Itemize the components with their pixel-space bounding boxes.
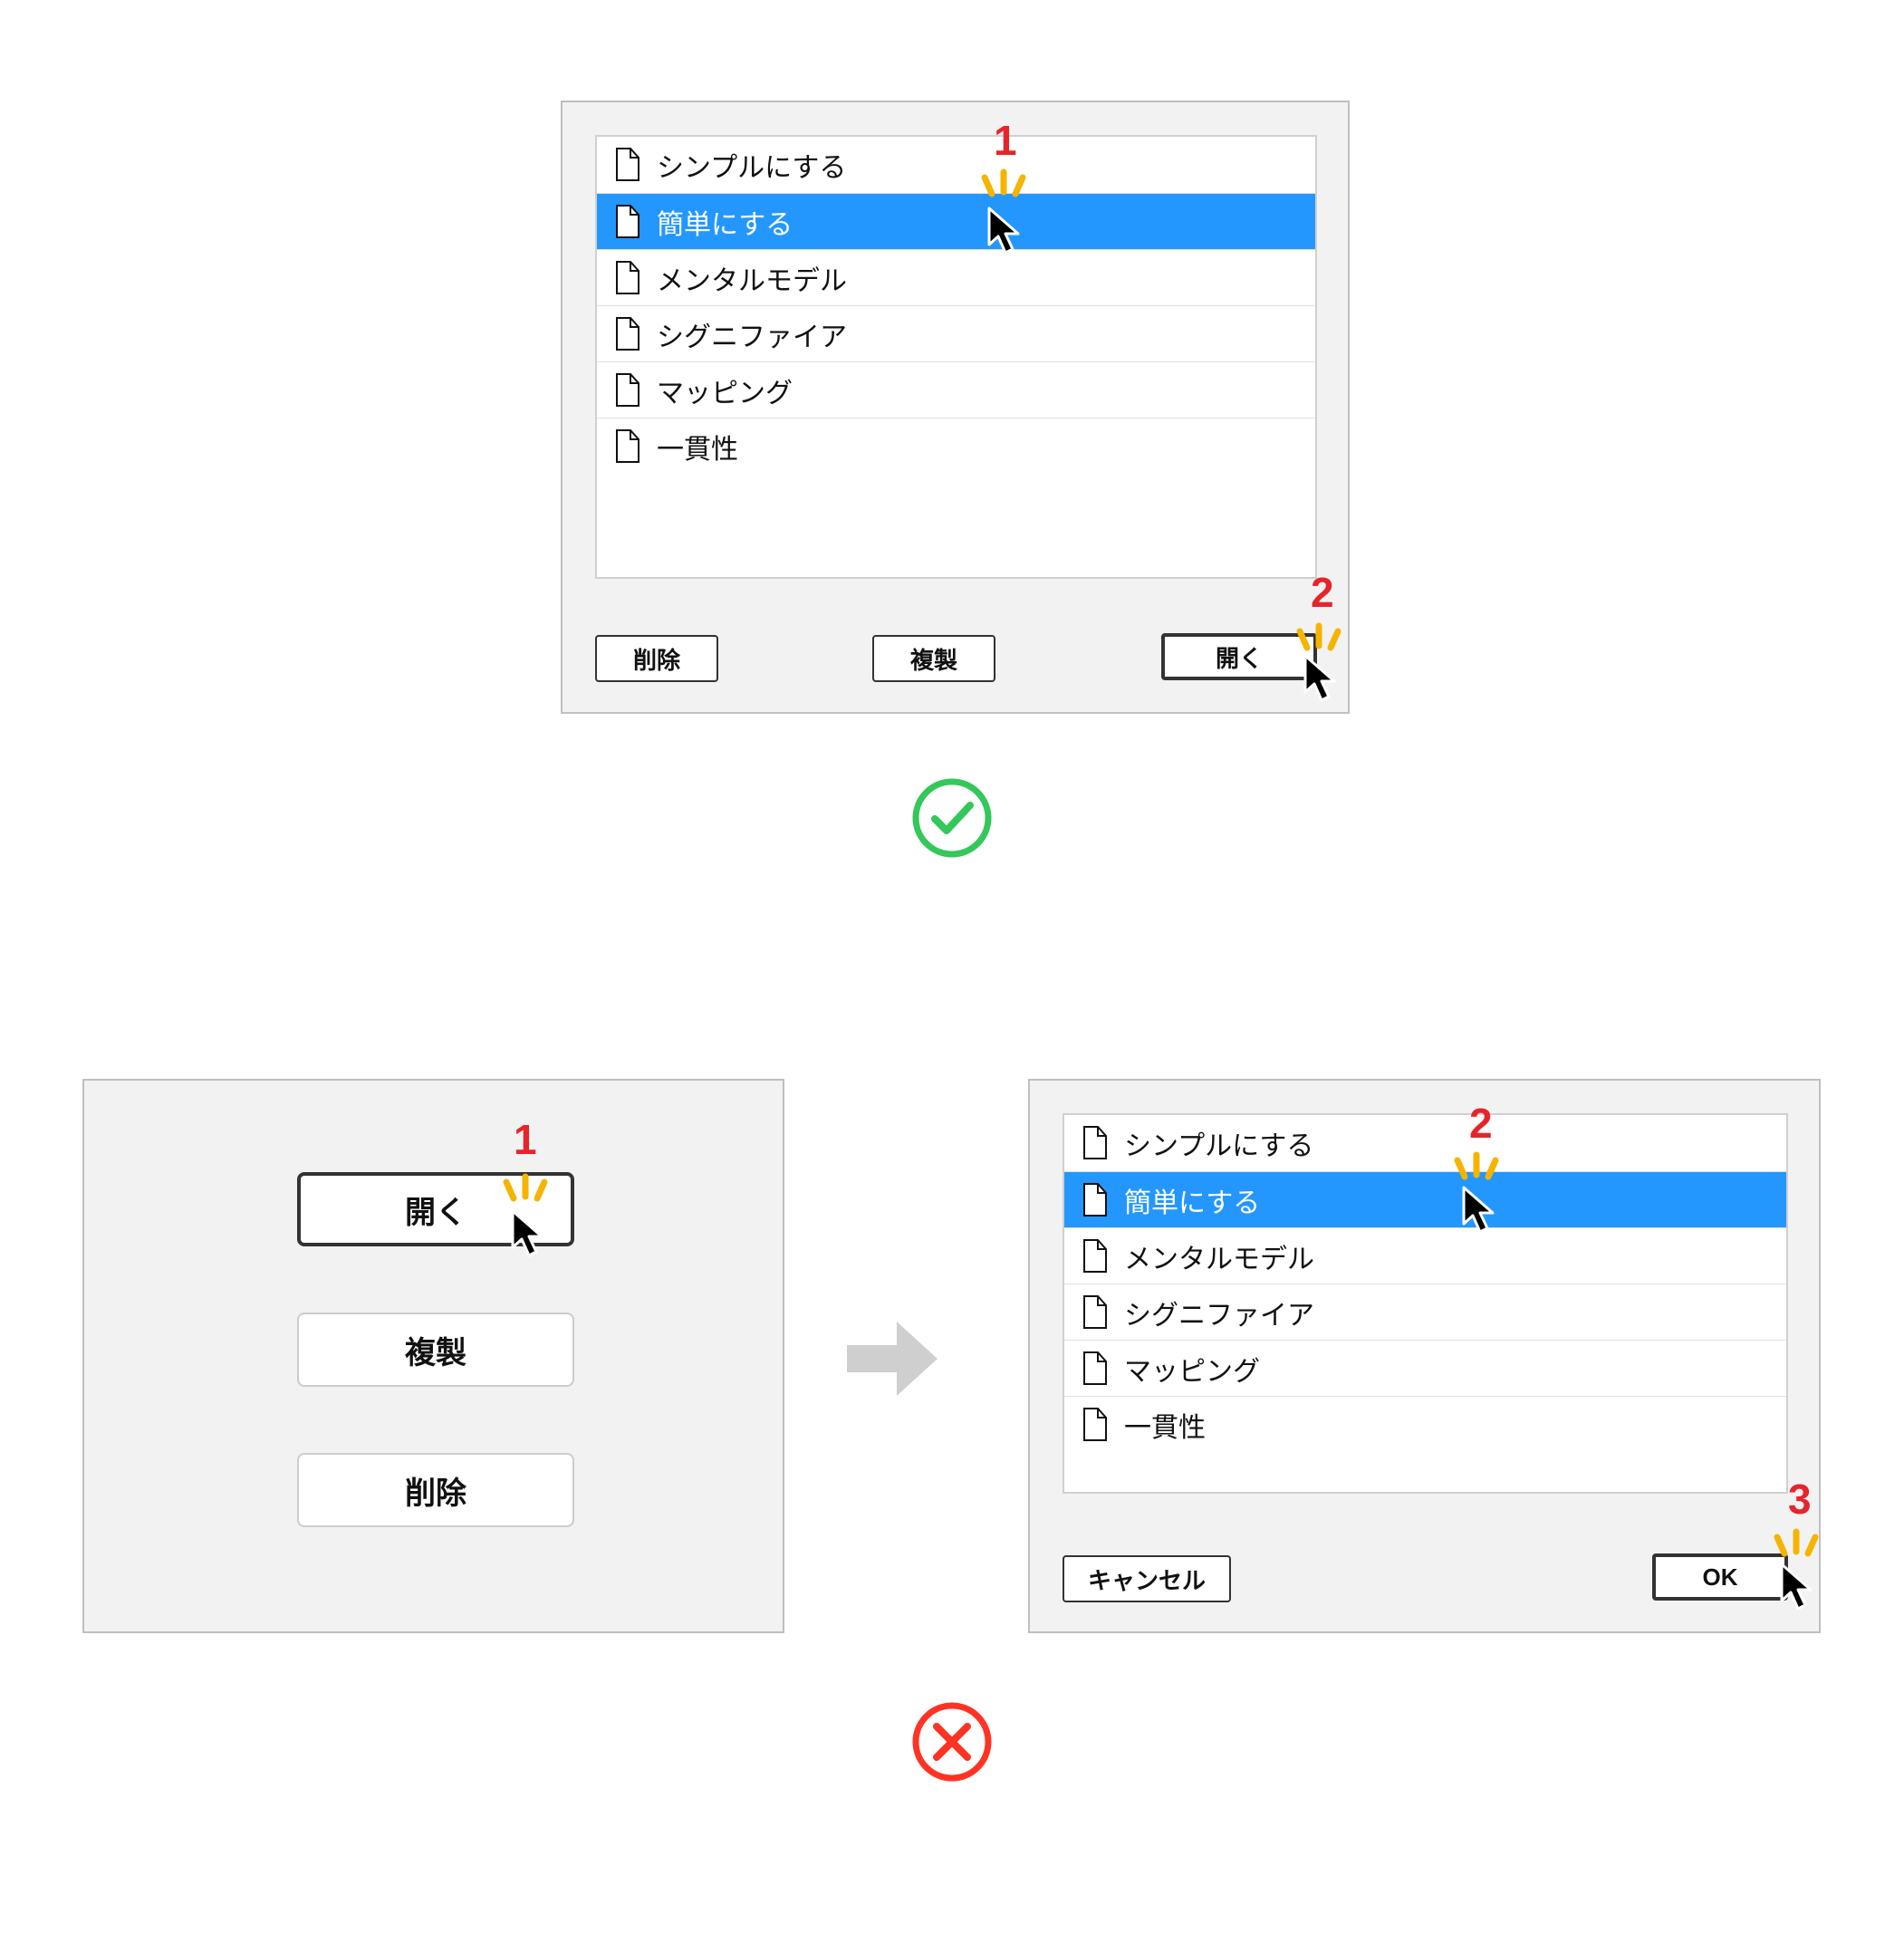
list-item-label: シンプルにする [1124,1123,1313,1163]
ok-button[interactable]: OK [1652,1553,1788,1601]
button-label: OK [1703,1563,1738,1592]
arrow-right-icon [842,1318,942,1399]
step-label: 1 [514,1115,537,1164]
list-item[interactable]: シグニファイア [1064,1284,1786,1340]
document-icon [613,373,640,408]
document-icon [1081,1126,1108,1160]
open-button[interactable]: 開く [297,1172,574,1246]
list-item-label: シンプルにする [657,145,846,185]
bad-right-panel: シンプルにする 簡単にする メンタルモデル シグニファイア [1028,1079,1821,1633]
list-item-label: シグニファイア [1124,1293,1314,1332]
good-panel: シンプルにする 簡単にする メンタルモデル シグニファイア [561,101,1350,714]
document-icon [1081,1408,1108,1442]
bad-filelist[interactable]: シンプルにする 簡単にする メンタルモデル シグニファイア [1063,1113,1788,1494]
document-icon [613,205,640,239]
cancel-button[interactable]: キャンセル [1063,1555,1231,1602]
bad-left-panel: 開く 複製 削除 [82,1079,784,1633]
document-icon [613,317,640,351]
step-label: 3 [1788,1475,1812,1524]
list-item[interactable]: 一貫性 [1064,1396,1786,1452]
button-label: 複製 [405,1328,466,1372]
document-icon [1081,1351,1108,1386]
list-item-label: メンタルモデル [657,258,847,298]
good-filelist[interactable]: シンプルにする 簡単にする メンタルモデル シグニファイア [595,135,1317,579]
list-item[interactable]: マッピング [1064,1340,1786,1396]
step-label: 2 [1469,1099,1493,1148]
list-item[interactable]: シンプルにする [597,137,1315,193]
open-button[interactable]: 開く [1161,633,1317,680]
document-icon [613,429,640,464]
list-item[interactable]: マッピング [597,361,1315,418]
document-icon [613,148,640,182]
button-label: 削除 [633,642,680,676]
bad-cross-icon [911,1701,993,1783]
list-item[interactable]: 一貫性 [597,418,1315,474]
list-item[interactable]: シンプルにする [1064,1115,1786,1171]
delete-button[interactable]: 削除 [595,635,718,682]
list-item-label: シグニファイア [657,314,847,354]
document-icon [1081,1239,1108,1274]
duplicate-button[interactable]: 複製 [297,1313,574,1387]
button-label: 複製 [910,642,957,676]
list-item[interactable]: メンタルモデル [597,249,1315,305]
list-item-label: 簡単にする [657,202,793,242]
document-icon [613,261,640,295]
delete-button[interactable]: 削除 [297,1453,574,1527]
list-item-label: マッピング [657,370,793,410]
button-label: キャンセル [1088,1563,1206,1596]
step-label: 2 [1311,568,1334,617]
document-icon [1081,1295,1108,1330]
button-label: 削除 [405,1468,466,1513]
duplicate-button[interactable]: 複製 [872,635,995,682]
list-item[interactable]: メンタルモデル [1064,1227,1786,1284]
list-item[interactable]: シグニファイア [597,305,1315,361]
list-item[interactable]: 簡単にする [597,193,1315,249]
list-item-label: 簡単にする [1124,1180,1260,1220]
good-check-icon [911,777,993,859]
list-item-label: 一貫性 [1124,1405,1206,1445]
button-label: 開く [405,1188,466,1232]
step-label: 1 [994,116,1017,165]
button-label: 開く [1216,640,1263,674]
list-item-label: 一貫性 [657,427,738,466]
list-item-label: マッピング [1124,1349,1260,1389]
list-item[interactable]: 簡単にする [1064,1171,1786,1227]
list-item-label: メンタルモデル [1124,1236,1314,1276]
document-icon [1081,1183,1108,1217]
